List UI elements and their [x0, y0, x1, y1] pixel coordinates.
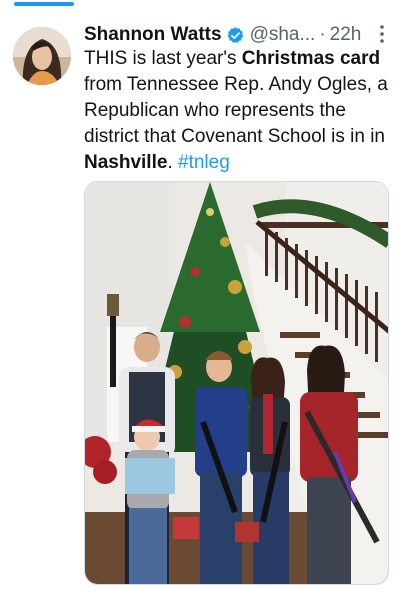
- tweet-photo[interactable]: [84, 181, 389, 585]
- tweet-text: THIS is last year's Christmas card from …: [84, 46, 396, 176]
- text-bold: Nashville: [84, 152, 168, 173]
- more-options-icon[interactable]: [374, 22, 390, 46]
- verified-badge-icon: [227, 26, 243, 43]
- separator-dot: ·: [319, 24, 326, 45]
- timestamp[interactable]: 22h: [330, 24, 362, 46]
- author-handle[interactable]: @sha...: [250, 24, 316, 46]
- avatar[interactable]: [13, 27, 71, 85]
- text-part: from Tennessee Rep. Andy Ogles, a Republ…: [84, 74, 388, 147]
- author-name[interactable]: Shannon Watts: [84, 24, 222, 46]
- hashtag-link[interactable]: #tnleg: [178, 152, 230, 173]
- text-part: THIS is last year's: [84, 48, 242, 69]
- text-part: .: [167, 152, 178, 173]
- tweet[interactable]: Shannon Watts @sha... · 22h THIS is last…: [0, 0, 402, 600]
- text-bold: Christmas card: [241, 48, 381, 69]
